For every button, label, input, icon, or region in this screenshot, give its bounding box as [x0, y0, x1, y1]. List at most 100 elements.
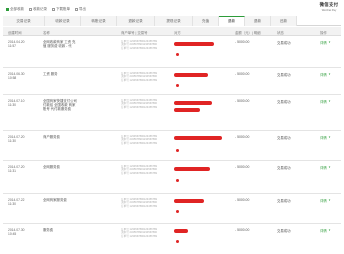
row-detail: 订单号 1234567890123456789 流水号 2345678901234…: [121, 71, 157, 83]
row-time: 2014.07.20 11:31: [8, 165, 25, 174]
checkbox-icon[interactable]: [52, 7, 55, 11]
checkbox-icon[interactable]: [29, 7, 32, 11]
row-detail: 订单号 1234567890123456789 流水号 2345678901234…: [121, 227, 157, 239]
col-amount: 金额（元）| 明细: [235, 30, 261, 35]
row-desc: 商户服务费: [43, 135, 60, 139]
row-detail-link[interactable]: 详情 ▼: [320, 72, 331, 77]
chevron-down-icon[interactable]: ▼: [328, 229, 331, 232]
redaction-dot: [176, 53, 179, 56]
filter-label: 下载账单: [56, 6, 70, 11]
tab-refunds[interactable]: 退款记录: [117, 16, 155, 26]
row-status: 交易成功: [277, 41, 291, 45]
col-desc: 名称: [43, 30, 50, 35]
col-party: 对方: [174, 30, 181, 35]
row-status: 交易成功: [277, 136, 291, 140]
filter-label: 导出: [79, 6, 86, 11]
checkbox-icon[interactable]: [75, 7, 78, 11]
tab-repay[interactable]: 还款: [271, 16, 297, 26]
row-time: 2014.07.10 11:30: [8, 99, 25, 108]
row-amount: - 5000.00: [235, 135, 250, 139]
filter-export[interactable]: 导出: [75, 7, 86, 12]
tab-receipts[interactable]: 收款记录: [45, 16, 81, 26]
row-desc: 全国商家快捷支付公司 付款给 全国收款 商家账号 代付款服务费: [43, 99, 77, 112]
row-detail: 订单号 1234567890123456789 流水号 2345678901234…: [121, 39, 157, 51]
row-detail: 订单号 1234567890123456789 流水号 2345678901234…: [121, 197, 157, 209]
row-amount: - 5000.00: [235, 72, 250, 76]
row-detail: 订单号 1234567890123456789 流水号 2345678901234…: [121, 164, 157, 176]
row-amount: - 5000.00: [235, 228, 250, 232]
logo-subtitle: WeChat Pay: [321, 8, 337, 12]
table-row: 2014.07.10 11:30 全国商家快捷支付公司 付款给 全国收款 商家账号…: [3, 95, 341, 131]
table-row: 2014.06.30 10:58 工资 服务 订单号 12345678901234…: [3, 68, 341, 95]
redaction-dot: [176, 210, 179, 213]
filter-label: 收款记录: [33, 6, 47, 11]
row-desc: 工资 服务: [43, 72, 58, 76]
col-detail: 商户单号 | 交易号: [121, 30, 148, 35]
redaction-dot: [176, 84, 179, 87]
chevron-down-icon[interactable]: ▼: [328, 166, 331, 169]
row-detail-link[interactable]: 详情 ▼: [320, 228, 331, 233]
filter-received[interactable]: 收款记录: [29, 7, 47, 12]
filter-bar: 全部收款 收款记录 下载账单 导出: [6, 5, 296, 13]
row-time: 2014.07.30 10:45: [8, 228, 25, 237]
row-time: 2014.04.20 11:57: [8, 40, 25, 49]
row-detail-link[interactable]: 详情 ▼: [320, 40, 331, 45]
chevron-down-icon[interactable]: ▼: [328, 199, 331, 202]
row-amount: - 5000.00: [235, 198, 250, 202]
row-status: 交易成功: [277, 166, 291, 170]
wechat-pay-logo: 微信支付 WeChat Pay: [318, 2, 340, 12]
redaction-mark: [174, 199, 204, 203]
col-status: 状态: [277, 30, 284, 35]
row-desc: 服务费: [43, 228, 54, 232]
row-amount: - 5000.00: [235, 99, 250, 103]
tab-refund-active[interactable]: 退款: [219, 16, 245, 26]
row-detail-link[interactable]: 详情 ▼: [320, 135, 331, 140]
logo-title: 微信支付: [319, 2, 339, 7]
row-desc: 全网收款商家 工资 充值 服务费 收款 - 代: [43, 40, 76, 49]
table-row: 2014.04.20 11:57 全网收款商家 工资 充值 服务费 收款 - 代 …: [3, 36, 341, 68]
col-time: 创建时间: [8, 30, 22, 35]
row-time: 2014.07.22 11:30: [8, 198, 25, 207]
table-row: 2014.07.30 10:45 服务费 订单号 1234567890123456…: [3, 224, 341, 254]
table-row: 2014.07.22 11:30 全网商家服务费 订单号 123456789012…: [3, 194, 341, 224]
filter-label: 全部收款: [10, 6, 24, 11]
chevron-down-icon[interactable]: ▼: [328, 136, 331, 139]
table-header: 创建时间 名称 商户单号 | 交易号 对方 金额（元）| 明细 状态 操作: [3, 27, 341, 36]
tab-transfers[interactable]: 转账记录: [81, 16, 117, 26]
redaction-mark: [174, 108, 200, 112]
chevron-down-icon[interactable]: ▼: [328, 100, 331, 103]
row-detail-link[interactable]: 详情 ▼: [320, 99, 331, 104]
redaction-mark: [174, 136, 222, 140]
row-amount: - 5000.00: [235, 40, 250, 44]
row-status: 交易成功: [277, 199, 291, 203]
redaction-mark: [174, 42, 214, 46]
tab-topup[interactable]: 充值: [193, 16, 219, 26]
checkbox-icon[interactable]: [6, 7, 9, 11]
record-tabs: 交易记录 收款记录 转账记录 退款记录 提现记录 充值 退款 退款 还款: [3, 16, 341, 26]
row-status: 交易成功: [277, 229, 291, 233]
chevron-down-icon[interactable]: ▼: [328, 73, 331, 76]
redaction-mark: [174, 167, 210, 171]
redaction-mark: [174, 73, 208, 77]
row-amount: - 5000.00: [235, 165, 250, 169]
filter-all[interactable]: 全部收款: [6, 7, 24, 12]
row-status: 交易成功: [277, 73, 291, 77]
tab-transactions[interactable]: 交易记录: [3, 16, 45, 26]
row-detail-link[interactable]: 详情 ▼: [320, 165, 331, 170]
redaction-mark: [174, 229, 188, 233]
col-ops: 操作: [320, 30, 327, 35]
row-desc: 全网服务费: [43, 165, 60, 169]
filter-download[interactable]: 下载账单: [52, 7, 70, 12]
redaction-dot: [176, 149, 179, 152]
table-row: 2014.07.20 11:30 商户服务费 订单号 12345678901234…: [3, 131, 341, 161]
row-status: 交易成功: [277, 100, 291, 104]
row-detail: 订单号 1234567890123456789 流水号 2345678901234…: [121, 134, 157, 146]
row-desc: 全网商家服务费: [43, 198, 67, 202]
tab-refund[interactable]: 退款: [245, 16, 271, 26]
chevron-down-icon[interactable]: ▼: [328, 41, 331, 44]
table-row: 2014.07.20 11:31 全网服务费 订单号 12345678901234…: [3, 161, 341, 194]
row-time: 2014.07.20 11:30: [8, 135, 25, 144]
row-time: 2014.06.30 10:58: [8, 72, 25, 81]
row-detail-link[interactable]: 详情 ▼: [320, 198, 331, 203]
tab-withdrawals[interactable]: 提现记录: [155, 16, 193, 26]
